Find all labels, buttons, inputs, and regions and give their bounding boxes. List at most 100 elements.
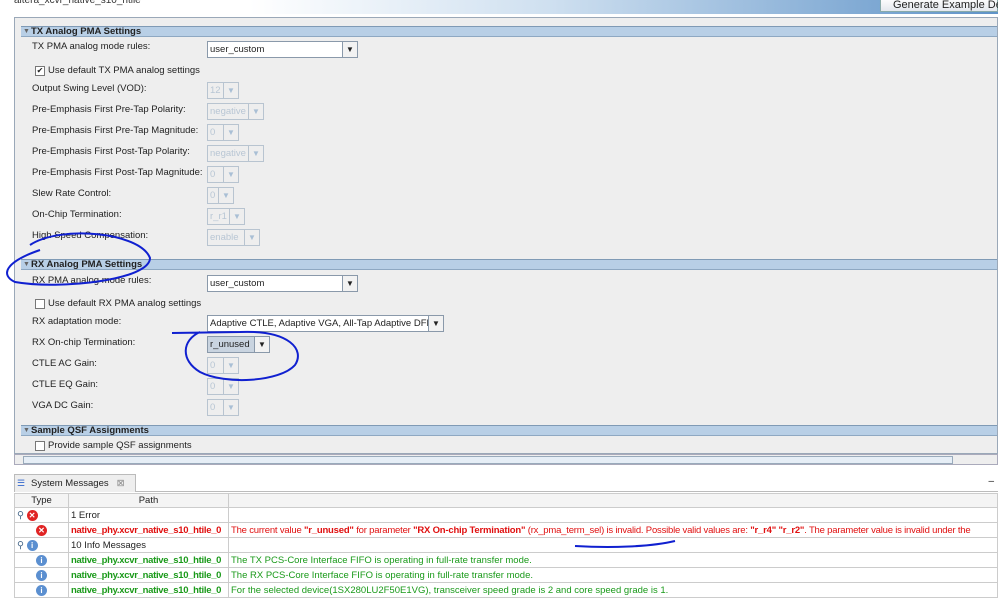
rx-termination-dropdown[interactable]: r_unused ▼ bbox=[207, 336, 270, 353]
title-bar: altera_xcvr_native_s10_htile Generate Ex… bbox=[0, 0, 998, 14]
tx-section-header[interactable]: ▼ TX Analog PMA Settings bbox=[21, 26, 997, 37]
parameters-panel: ▼ TX Analog PMA Settings TX PMA analog mo… bbox=[14, 17, 998, 454]
rx-mode-rules-dropdown[interactable]: user_custom ▼ bbox=[207, 275, 358, 292]
tab-system-messages[interactable]: ☰ System Messages ⊠ bbox=[14, 474, 136, 492]
msg-part: The current value bbox=[231, 524, 304, 536]
collapse-triangle-icon: ▼ bbox=[23, 261, 30, 268]
output-swing-dropdown[interactable]: 12 ▼ bbox=[207, 82, 239, 99]
minimize-icon[interactable]: – bbox=[988, 476, 994, 487]
dropdown-value: 0 bbox=[210, 360, 216, 371]
msg-part: "RX On-chip Termination" bbox=[413, 524, 526, 536]
ctle-ac-gain-dropdown[interactable]: 0 ▼ bbox=[207, 357, 239, 374]
chevron-down-icon: ▼ bbox=[342, 276, 357, 291]
info-icon: i bbox=[36, 584, 47, 596]
messages-table: Type Path ⚲ ✕ 1 Error ✕ native_phy.xcvr_nat… bbox=[14, 493, 998, 598]
pre-tap-polarity-dropdown[interactable]: negative ▼ bbox=[207, 103, 264, 120]
qsf-section-header[interactable]: ▼ Sample QSF Assignments bbox=[21, 425, 997, 436]
tab-bar: – bbox=[136, 474, 998, 492]
tx-field-label: Pre-Emphasis First Post-Tap Magnitude: bbox=[32, 167, 203, 178]
horizontal-scrollbar[interactable] bbox=[14, 454, 998, 465]
column-path[interactable]: Path bbox=[68, 493, 229, 508]
dropdown-value: negative bbox=[210, 148, 246, 159]
table-header: Type Path bbox=[14, 493, 998, 508]
message-text: The TX PCS-Core Interface FIFO is operat… bbox=[228, 552, 998, 568]
scrollbar-thumb[interactable] bbox=[23, 456, 953, 464]
tx-use-default-label: Use default TX PMA analog settings bbox=[48, 65, 200, 76]
dropdown-value: 0 bbox=[210, 127, 216, 138]
chevron-down-icon: ▼ bbox=[244, 230, 259, 245]
rx-mode-rules-label: RX PMA analog mode rules: bbox=[32, 275, 152, 286]
rx-section-title: RX Analog PMA Settings bbox=[31, 259, 143, 270]
tab-label: System Messages bbox=[31, 478, 109, 489]
tx-use-default-checkbox[interactable]: ✔ bbox=[35, 66, 45, 76]
rx-field-label: VGA DC Gain: bbox=[32, 400, 94, 411]
pre-tap-magnitude-dropdown[interactable]: 0 ▼ bbox=[207, 124, 239, 141]
message-path: native_phy.xcvr_native_s10_htile_0 bbox=[68, 567, 229, 583]
rx-use-default-label: Use default RX PMA analog settings bbox=[48, 298, 202, 309]
tx-field-label: Pre-Emphasis First Post-Tap Polarity: bbox=[32, 146, 190, 157]
rx-field-label: CTLE EQ Gain: bbox=[32, 379, 98, 390]
msg-part: "r_r4" "r_r2" bbox=[750, 524, 805, 536]
qsf-checkbox[interactable] bbox=[35, 441, 45, 451]
dropdown-value: user_custom bbox=[210, 278, 265, 289]
chevron-down-icon: ▼ bbox=[223, 125, 238, 140]
collapse-triangle-icon: ▼ bbox=[23, 28, 30, 35]
column-message[interactable] bbox=[228, 493, 998, 508]
error-icon: ✕ bbox=[36, 524, 47, 536]
chevron-down-icon: ▼ bbox=[223, 167, 238, 182]
table-row[interactable]: i native_phy.xcvr_native_s10_htile_0 For t… bbox=[14, 582, 998, 598]
messages-icon: ☰ bbox=[17, 478, 26, 488]
table-row[interactable]: i native_phy.xcvr_native_s10_htile_0 The T… bbox=[14, 552, 998, 568]
dropdown-value: 0 bbox=[210, 402, 216, 413]
message-text: For the selected device(1SX280LU2F50E1VG… bbox=[228, 582, 998, 598]
table-row[interactable]: ✕ native_phy.xcvr_native_s10_htile_0 The c… bbox=[14, 522, 998, 538]
chevron-down-icon: ▼ bbox=[248, 146, 263, 161]
tx-field-label: Pre-Emphasis First Pre-Tap Magnitude: bbox=[32, 125, 199, 136]
chevron-down-icon: ▼ bbox=[229, 209, 244, 224]
rx-adaptation-dropdown[interactable]: Adaptive CTLE, Adaptive VGA, All-Tap Ada… bbox=[207, 315, 444, 332]
message-path: native_phy.xcvr_native_s10_htile_0 bbox=[68, 552, 229, 568]
rx-termination-label: RX On-chip Termination: bbox=[32, 337, 136, 348]
tx-field-label: Slew Rate Control: bbox=[32, 188, 112, 199]
tx-field-label: Output Swing Level (VOD): bbox=[32, 83, 147, 94]
vga-dc-gain-dropdown[interactable]: 0 ▼ bbox=[207, 399, 239, 416]
dropdown-value: 0 bbox=[210, 381, 216, 392]
window-title: altera_xcvr_native_s10_htile bbox=[14, 0, 141, 6]
generate-example-design-button[interactable]: Generate Example Design bbox=[880, 0, 998, 12]
slew-rate-dropdown[interactable]: 0 ▼ bbox=[207, 187, 234, 204]
info-icon: i bbox=[26, 539, 38, 551]
rx-use-default-checkbox[interactable] bbox=[35, 299, 45, 309]
chevron-down-icon: ▼ bbox=[248, 104, 263, 119]
tx-field-label: On-Chip Termination: bbox=[32, 209, 122, 220]
high-speed-compensation-dropdown[interactable]: enable ▼ bbox=[207, 229, 260, 246]
qsf-section-title: Sample QSF Assignments bbox=[31, 425, 149, 436]
chevron-down-icon: ▼ bbox=[223, 400, 238, 415]
table-row[interactable]: ⚲ i 10 Info Messages bbox=[14, 537, 998, 553]
post-tap-polarity-dropdown[interactable]: negative ▼ bbox=[207, 145, 264, 162]
on-chip-termination-dropdown[interactable]: r_r1 ▼ bbox=[207, 208, 245, 225]
column-type[interactable]: Type bbox=[14, 493, 69, 508]
tx-mode-rules-dropdown[interactable]: user_custom ▼ bbox=[207, 41, 358, 58]
rx-adaptation-label: RX adaptation mode: bbox=[32, 316, 122, 327]
ctle-eq-gain-dropdown[interactable]: 0 ▼ bbox=[207, 378, 239, 395]
error-icon: ✕ bbox=[26, 509, 38, 521]
dropdown-value: 0 bbox=[210, 169, 216, 180]
info-icon: i bbox=[36, 554, 47, 566]
rx-section-header[interactable]: ▼ RX Analog PMA Settings bbox=[21, 259, 997, 270]
post-tap-magnitude-dropdown[interactable]: 0 ▼ bbox=[207, 166, 239, 183]
chevron-down-icon: ▼ bbox=[254, 337, 269, 352]
table-row[interactable]: i native_phy.xcvr_native_s10_htile_0 The R… bbox=[14, 567, 998, 583]
dropdown-value: 12 bbox=[210, 85, 221, 96]
message-path: native_phy.xcvr_native_s10_htile_0 bbox=[68, 582, 229, 598]
table-row[interactable]: ⚲ ✕ 1 Error bbox=[14, 507, 998, 523]
tx-field-label: High Speed Compensation: bbox=[32, 230, 149, 241]
info-icon: i bbox=[36, 569, 47, 581]
error-group: 1 Error bbox=[68, 507, 229, 523]
dropdown-value: r_unused bbox=[210, 339, 250, 350]
msg-part: for parameter bbox=[353, 524, 414, 536]
dropdown-value: enable bbox=[210, 232, 239, 243]
close-icon[interactable]: ⊠ bbox=[117, 478, 125, 489]
qsf-checkbox-label: Provide sample QSF assignments bbox=[48, 440, 192, 451]
pin-icon[interactable]: ⚲ bbox=[17, 510, 24, 521]
pin-icon[interactable]: ⚲ bbox=[17, 540, 24, 551]
